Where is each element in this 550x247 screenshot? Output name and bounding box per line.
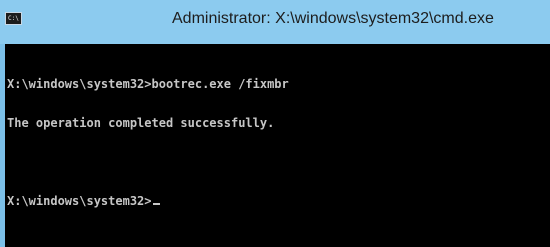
console-line-result: The operation completed successfully. [7, 116, 275, 130]
window-title: Administrator: X:\windows\system32\cmd.e… [172, 10, 494, 27]
title-bar[interactable]: C:\ Administrator: X:\windows\system32\c… [0, 0, 550, 44]
cmd-icon[interactable]: C:\ [5, 12, 22, 25]
cmd-window: C:\ Administrator: X:\windows\system32\c… [0, 0, 550, 247]
console-line-blank [7, 156, 289, 169]
console-line-command: X:\windows\system32>bootrec.exe /fixmbr [7, 77, 289, 91]
text-cursor [152, 203, 160, 205]
console-area[interactable]: X:\windows\system32>bootrec.exe /fixmbr … [5, 44, 550, 247]
console-prompt: X:\windows\system32> [7, 194, 152, 208]
console-line-prompt[interactable]: X:\windows\system32> [7, 195, 289, 208]
console-output: X:\windows\system32>bootrec.exe /fixmbr … [7, 52, 289, 234]
